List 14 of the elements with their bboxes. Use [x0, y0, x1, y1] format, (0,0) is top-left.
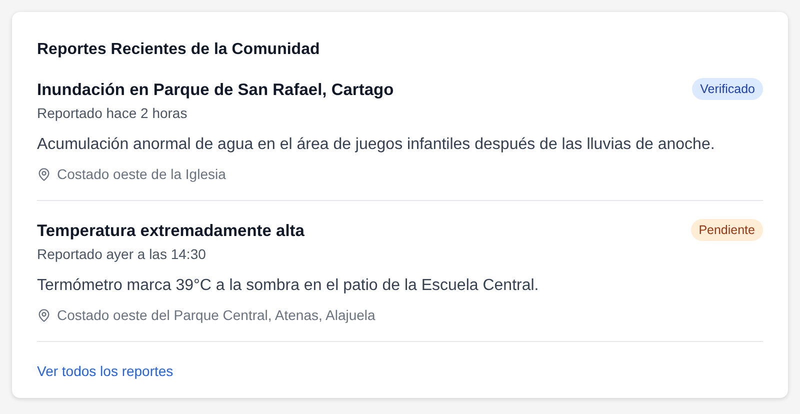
card-title: Reportes Recientes de la Comunidad — [37, 40, 321, 60]
report-description: Termómetro marca 39°C a la sombra en el patio de la Escuela Central. — [37, 276, 540, 296]
view-all-link[interactable]: Ver todos los reportes — [37, 361, 174, 381]
report-time: Reportado hace 2 horas — [37, 104, 188, 123]
location-pin-icon — [37, 308, 51, 322]
report-location: Costado oeste de la Iglesia — [57, 165, 226, 184]
status-badge: Pendiente — [690, 219, 763, 241]
report-time: Reportado ayer a las 14:30 — [37, 245, 207, 264]
report-description: Acumulación anormal de agua en el área de juegos infantiles después de las lluvias de anoche. — [37, 135, 716, 155]
report-title: Temperatura extremadamente alta — [37, 221, 304, 242]
report-location: Costado oeste del Parque Central, Atenas, Alajuela — [57, 306, 376, 325]
report-title: Inundación en Parque de San Rafael, Cartago — [37, 80, 394, 101]
location-pin-icon — [37, 166, 51, 182]
status-badge: Verificado — [692, 78, 763, 100]
